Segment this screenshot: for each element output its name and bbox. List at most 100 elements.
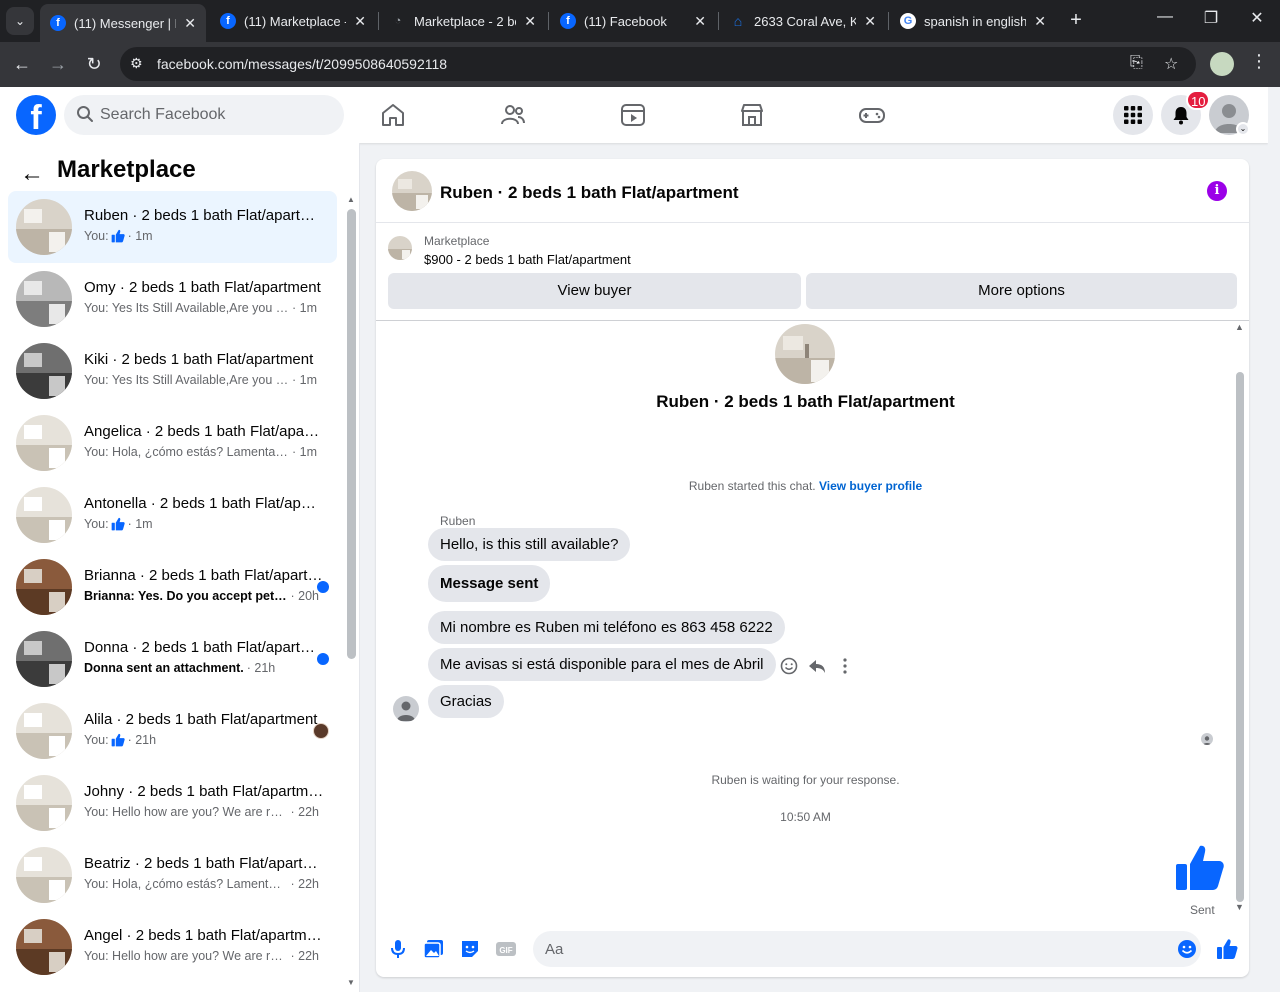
close-window-icon[interactable]: ✕ bbox=[1242, 8, 1272, 28]
reload-icon[interactable]: ↻ bbox=[82, 52, 106, 76]
scroll-down-arrow-icon[interactable]: ▼ bbox=[347, 978, 355, 987]
bookmark-star-icon[interactable]: ☆ bbox=[1164, 54, 1178, 74]
video-icon[interactable] bbox=[619, 101, 647, 129]
facebook-favicon-icon: f bbox=[50, 15, 66, 31]
home-icon[interactable] bbox=[379, 101, 407, 129]
install-app-icon[interactable]: ⎘ bbox=[1130, 54, 1143, 72]
friends-icon[interactable] bbox=[499, 101, 527, 129]
browser-tab-marketplace-listing[interactable]: ◔ Marketplace - 2 be ✕ bbox=[380, 6, 546, 36]
view-buyer-profile-link[interactable]: View buyer profile bbox=[819, 479, 922, 493]
browser-profile-avatar[interactable] bbox=[1210, 52, 1234, 76]
conversation-preview: You: Yes Its Still Available,Are you int… bbox=[84, 373, 317, 387]
listing-thumbnail[interactable] bbox=[16, 343, 72, 399]
more-options-button[interactable]: More options bbox=[806, 273, 1237, 309]
browser-menu-icon[interactable]: ⋮ bbox=[1250, 51, 1268, 72]
listing-avatar[interactable] bbox=[392, 171, 432, 211]
conversation-item[interactable]: Ruben · 2 beds 1 bath Flat/apartment You:… bbox=[8, 191, 337, 263]
sender-avatar[interactable] bbox=[393, 696, 419, 722]
chat-title[interactable]: Ruben · 2 beds 1 bath Flat/apartment bbox=[440, 183, 739, 203]
conversation-item[interactable]: Donna · 2 beds 1 bath Flat/apartment Donn… bbox=[8, 623, 337, 695]
react-emoji-icon[interactable] bbox=[779, 656, 799, 676]
scroll-down-arrow-icon[interactable]: ▼ bbox=[1235, 902, 1244, 912]
listing-thumbnail[interactable] bbox=[388, 236, 412, 260]
sidebar-scrollbar-thumb[interactable] bbox=[347, 209, 356, 659]
sticker-icon[interactable] bbox=[459, 938, 481, 960]
emoji-icon[interactable] bbox=[1177, 939, 1197, 959]
message-input[interactable] bbox=[545, 931, 1145, 967]
conversation-item[interactable]: Johny · 2 beds 1 bath Flat/apartment You:… bbox=[8, 767, 337, 839]
conversation-item[interactable]: Antonella · 2 beds 1 bath Flat/apartment… bbox=[8, 479, 337, 551]
conversation-item[interactable]: Alila · 2 beds 1 bath Flat/apartment You:… bbox=[8, 695, 337, 767]
facebook-logo[interactable]: f bbox=[16, 95, 56, 137]
conversation-item[interactable]: Angelica · 2 beds 1 bath Flat/apartment Y… bbox=[8, 407, 337, 479]
listing-photo bbox=[16, 271, 72, 327]
message-bubble[interactable]: Me avisas si está disponible para el mes… bbox=[428, 648, 776, 681]
account-caret-icon[interactable]: ⌄ bbox=[1236, 122, 1250, 136]
listing-thumbnail[interactable] bbox=[16, 847, 72, 903]
site-settings-icon[interactable]: ⚙ bbox=[130, 55, 143, 72]
new-tab-button[interactable]: + bbox=[1064, 9, 1088, 33]
listing-thumbnail[interactable] bbox=[16, 271, 72, 327]
listing-thumbnail[interactable] bbox=[16, 487, 72, 543]
photo-icon[interactable] bbox=[423, 938, 445, 960]
listing-thumbnail[interactable] bbox=[16, 919, 72, 975]
close-tab-icon[interactable]: ✕ bbox=[1034, 13, 1046, 30]
conversation-item[interactable]: Omy · 2 beds 1 bath Flat/apartment You: Y… bbox=[8, 263, 337, 335]
message-bubble[interactable]: Gracias bbox=[428, 685, 504, 718]
gaming-icon[interactable] bbox=[858, 101, 886, 129]
listing-price-title[interactable]: $900 - 2 beds 1 bath Flat/apartment bbox=[424, 252, 631, 267]
listing-thumbnail[interactable] bbox=[16, 415, 72, 471]
gif-icon[interactable]: GIF bbox=[495, 938, 517, 960]
view-buyer-button[interactable]: View buyer bbox=[388, 273, 801, 309]
browser-tab-zillow[interactable]: ⌂ 2633 Coral Ave, Ki ✕ bbox=[720, 6, 886, 36]
conversation-item[interactable]: Brianna · 2 beds 1 bath Flat/apartment Br… bbox=[8, 551, 337, 623]
search-box[interactable] bbox=[64, 95, 344, 135]
forward-arrow-icon[interactable]: → bbox=[46, 52, 70, 76]
thread-scrollbar-thumb[interactable] bbox=[1236, 372, 1244, 902]
url-text[interactable]: facebook.com/messages/t/2099508640592118 bbox=[157, 56, 447, 72]
browser-tab-google[interactable]: G spanish in english ✕ bbox=[890, 6, 1056, 36]
close-tab-icon[interactable]: ✕ bbox=[524, 13, 536, 30]
info-icon[interactable]: i bbox=[1207, 181, 1227, 201]
close-tab-icon[interactable]: ✕ bbox=[694, 13, 706, 30]
message-bubble[interactable]: Message sent bbox=[428, 565, 551, 602]
more-actions-icon[interactable] bbox=[835, 656, 855, 676]
menu-grid-button[interactable] bbox=[1113, 95, 1153, 135]
browser-tab-marketplace[interactable]: f (11) Marketplace - ✕ bbox=[210, 6, 376, 36]
conversation-item[interactable]: Beatriz · 2 beds 1 bath Flat/apartment Yo… bbox=[8, 839, 337, 911]
close-tab-icon[interactable]: ✕ bbox=[864, 13, 876, 30]
listing-photo bbox=[16, 703, 72, 759]
browser-tab-facebook[interactable]: f (11) Facebook ✕ bbox=[550, 6, 716, 36]
conversation-item[interactable]: Kiki · 2 beds 1 bath Flat/apartment You: … bbox=[8, 335, 337, 407]
close-tab-icon[interactable]: ✕ bbox=[354, 13, 366, 30]
address-bar[interactable]: ⚙ facebook.com/messages/t/20995086405921… bbox=[120, 47, 1196, 81]
listing-thumbnail[interactable] bbox=[16, 631, 72, 687]
tab-search-dropdown-icon[interactable]: ⌄ bbox=[6, 7, 34, 35]
search-input[interactable] bbox=[100, 95, 330, 135]
page-scrollbar[interactable] bbox=[1268, 87, 1280, 992]
reply-icon[interactable] bbox=[807, 656, 827, 676]
restore-icon[interactable]: ❐ bbox=[1196, 8, 1226, 28]
microphone-icon[interactable] bbox=[387, 938, 409, 960]
listing-thumbnail[interactable] bbox=[16, 775, 72, 831]
conversation-name: Ruben · 2 beds 1 bath Flat/apartment bbox=[84, 207, 324, 224]
listing-photo bbox=[16, 487, 72, 543]
browser-tab-messenger[interactable]: f (11) Messenger | Fa ✕ bbox=[40, 4, 206, 42]
minimize-icon[interactable]: — bbox=[1150, 8, 1180, 26]
listing-thumbnail[interactable] bbox=[16, 703, 72, 759]
message-input-box[interactable] bbox=[533, 931, 1201, 967]
like-send-icon[interactable] bbox=[1216, 938, 1238, 960]
listing-thumbnail[interactable] bbox=[16, 559, 72, 615]
scroll-up-arrow-icon[interactable]: ▲ bbox=[1235, 322, 1244, 332]
message-bubble[interactable]: Mi nombre es Ruben mi teléfono es 863 45… bbox=[428, 611, 785, 644]
listing-thumbnail[interactable] bbox=[16, 199, 72, 255]
back-arrow-icon[interactable]: ← bbox=[10, 52, 34, 76]
tab-separator bbox=[548, 12, 549, 30]
close-tab-icon[interactable]: ✕ bbox=[184, 15, 196, 32]
scroll-up-arrow-icon[interactable]: ▲ bbox=[347, 195, 355, 204]
message-bubble[interactable]: Hello, is this still available? bbox=[428, 528, 631, 561]
thread-listing-avatar[interactable] bbox=[775, 324, 835, 384]
conversation-item[interactable]: Angel · 2 beds 1 bath Flat/apartment You:… bbox=[8, 911, 337, 983]
back-arrow-icon[interactable]: ← bbox=[20, 160, 44, 188]
marketplace-icon[interactable] bbox=[738, 101, 766, 129]
